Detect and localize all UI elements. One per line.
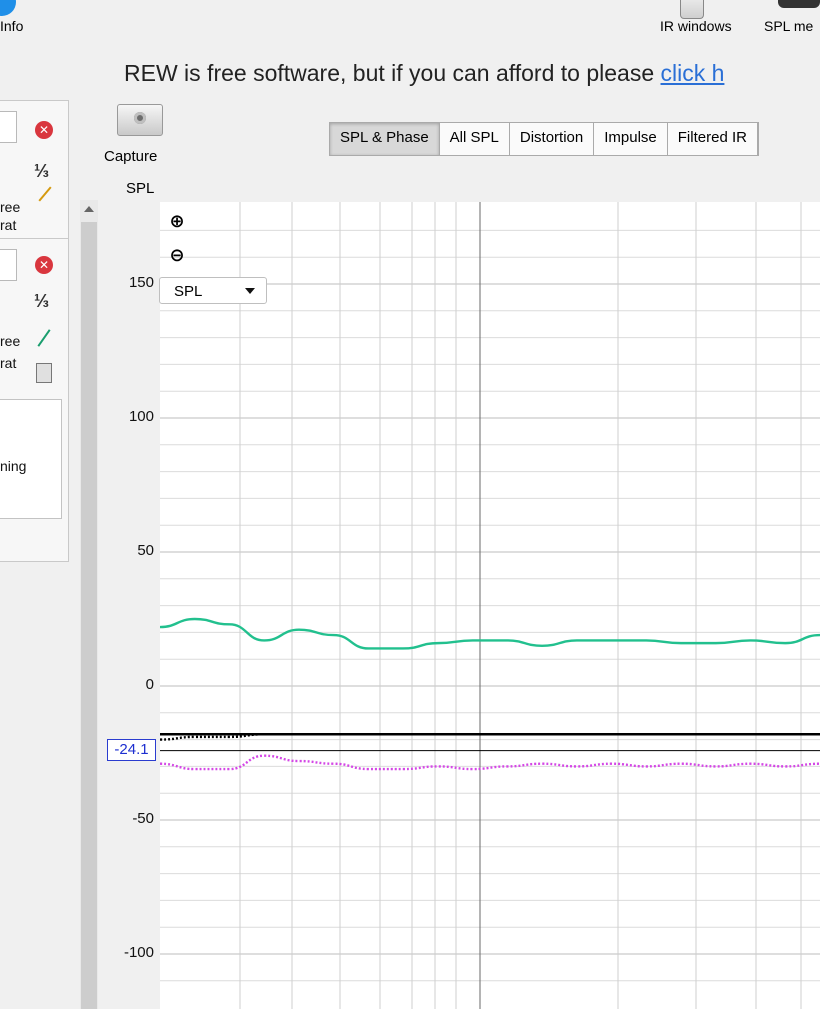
spl-meter-button-label[interactable]: SPL me <box>764 18 813 34</box>
notes-text: ning <box>0 458 27 474</box>
camera-icon[interactable] <box>117 104 163 136</box>
remove-measurement-icon[interactable]: ✕ <box>35 121 53 139</box>
spl-graph[interactable] <box>160 202 820 1009</box>
series-line-1 <box>160 754 820 771</box>
y-tick-label: 100 <box>128 408 154 425</box>
y-tick-label: 150 <box>128 274 154 291</box>
y-tick-label: 0 <box>145 676 154 693</box>
document-icon[interactable] <box>36 363 52 383</box>
info-button-label[interactable]: Info <box>0 18 23 34</box>
measurement-name-field-2[interactable] <box>0 249 17 281</box>
measurement-name-field[interactable] <box>0 111 17 143</box>
measurement-freq-label: ree <box>0 199 21 215</box>
pen-icon-2[interactable] <box>37 329 51 347</box>
graph-title: SPL <box>126 180 155 197</box>
measurements-panel-2: ✕ ⅓ ree rat ning <box>0 238 69 562</box>
ir-windows-button-label[interactable]: IR windows <box>660 18 732 34</box>
y-tick-label: 50 <box>137 542 154 559</box>
measurement-info-icon[interactable]: ⅓ <box>34 161 49 182</box>
measurement-format-label-2: rat <box>0 355 17 371</box>
graph-type-value: SPL <box>174 283 203 300</box>
zoom-in-icon[interactable]: ⊕ <box>168 212 186 230</box>
donation-banner: REW is free software, but if you can aff… <box>124 60 724 87</box>
info-icon[interactable] <box>0 0 16 16</box>
spl-meter-icon[interactable] <box>778 0 820 8</box>
tab-distortion[interactable]: Distortion <box>510 123 595 155</box>
measurement-info-icon-2[interactable]: ⅓ <box>34 291 49 312</box>
panel-scrollbar-thumb[interactable] <box>81 222 97 1009</box>
graph-type-select[interactable]: SPL <box>159 277 267 304</box>
y-tick-label: -100 <box>123 944 154 961</box>
zoom-out-icon[interactable]: ⊖ <box>168 246 186 264</box>
tab-impulse[interactable]: Impulse <box>594 123 668 155</box>
capture-button-label[interactable]: Capture <box>104 148 157 165</box>
chevron-down-icon <box>245 288 255 294</box>
series-line-0 <box>160 617 820 650</box>
pen-icon[interactable] <box>38 186 52 202</box>
cursor-value-box: -24.1 <box>107 739 156 761</box>
measurement-format-label: rat <box>0 217 17 233</box>
y-tick-label: -50 <box>132 810 154 827</box>
measurement-freq-label-2: ree <box>0 333 21 349</box>
donation-text: REW is free software, but if you can aff… <box>124 60 661 86</box>
tab-spl-phase[interactable]: SPL & Phase <box>330 123 440 155</box>
graph-tabs: SPL & Phase All SPL Distortion Impulse F… <box>329 122 759 156</box>
remove-measurement-icon-2[interactable]: ✕ <box>35 256 53 274</box>
tab-all-spl[interactable]: All SPL <box>440 123 510 155</box>
scroll-up-arrow-icon[interactable] <box>84 206 94 212</box>
tab-filtered-ir[interactable]: Filtered IR <box>668 123 758 155</box>
notes-box[interactable]: ning <box>0 399 62 519</box>
donation-link[interactable]: click h <box>661 60 725 86</box>
ir-windows-icon[interactable] <box>680 0 704 19</box>
